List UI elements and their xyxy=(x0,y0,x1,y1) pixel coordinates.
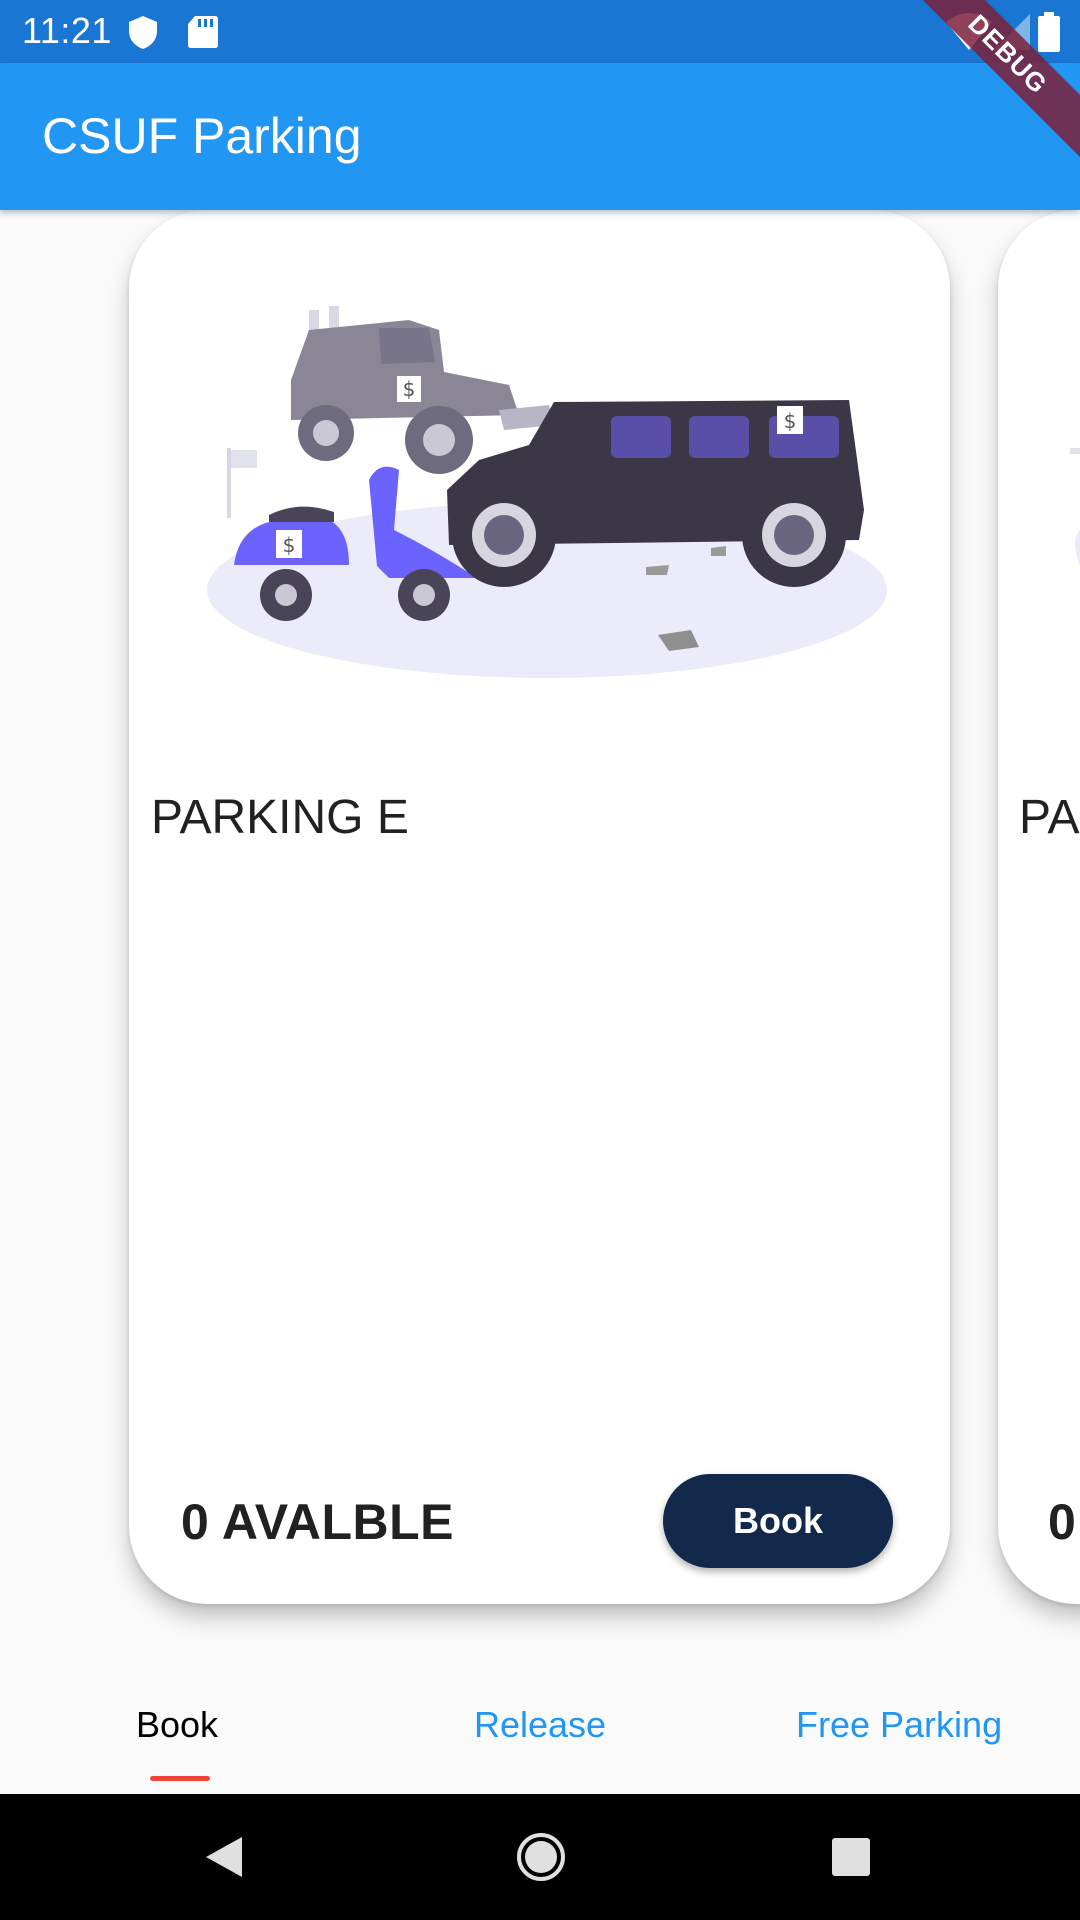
parking-name: PARKING E xyxy=(151,791,409,844)
sd-card-icon xyxy=(188,16,218,48)
svg-text:$: $ xyxy=(784,409,797,433)
parking-card: $ $ $ PARKING E 0 AVALBLE Book xyxy=(129,210,950,1604)
bottom-tab-bar: Book Release Free Parking xyxy=(0,1670,1080,1794)
svg-text:$: $ xyxy=(283,533,296,557)
status-bar: 11:21 xyxy=(0,0,1080,63)
tab-release[interactable]: Release xyxy=(474,1704,606,1746)
tab-indicator xyxy=(150,1776,210,1781)
screen: 11:21 CSUF Parking DEBUG $ $ $ PARKING E… xyxy=(0,0,1080,1920)
status-time: 11:21 xyxy=(22,10,112,51)
grey-jeep-shape: $ xyxy=(291,306,554,474)
parking-card-next[interactable]: PA 0 xyxy=(998,210,1080,1604)
tab-free-parking[interactable]: Free Parking xyxy=(796,1704,1002,1746)
available-count: 0 xyxy=(1048,1494,1077,1550)
back-icon[interactable] xyxy=(204,1835,244,1879)
parking-name: PA xyxy=(1019,791,1080,844)
home-icon[interactable] xyxy=(516,1832,566,1882)
vehicles-illustration-peek xyxy=(1070,448,1080,565)
app-title: CSUF Parking xyxy=(42,108,362,164)
svg-text:$: $ xyxy=(403,377,416,401)
app-bar: CSUF Parking xyxy=(0,63,1080,210)
available-count: 0 AVALBLE xyxy=(181,1494,455,1550)
tab-book[interactable]: Book xyxy=(136,1704,218,1746)
recents-icon[interactable] xyxy=(830,1836,872,1878)
book-button[interactable]: Book xyxy=(663,1474,893,1568)
shield-icon xyxy=(129,16,157,49)
vehicles-illustration: $ $ $ xyxy=(207,306,887,678)
battery-icon xyxy=(1038,12,1060,52)
system-nav-bar xyxy=(0,1794,1080,1920)
